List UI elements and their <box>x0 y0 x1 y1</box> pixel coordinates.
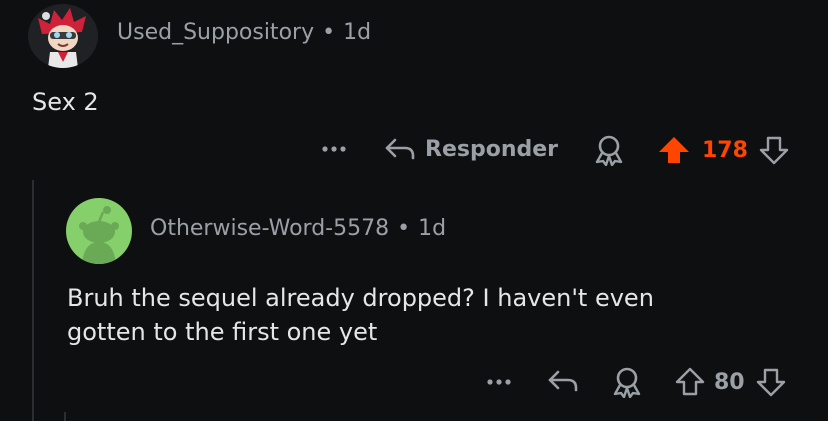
comment-age: 1d <box>343 20 372 45</box>
award-icon <box>610 366 644 398</box>
downvote-arrow-icon[interactable] <box>758 134 790 166</box>
upvote-arrow-icon[interactable] <box>656 134 692 166</box>
award-button[interactable] <box>592 134 626 166</box>
separator-dot: • <box>397 216 411 241</box>
reply-label: Responder <box>425 136 558 162</box>
comment-age: 1d <box>418 216 447 241</box>
upvote-arrow-icon[interactable] <box>674 366 706 398</box>
more-options-button[interactable] <box>485 370 513 394</box>
vote-score: 80 <box>714 369 745 395</box>
reply-button[interactable] <box>546 366 580 396</box>
reply-arrow-icon <box>546 366 580 396</box>
comment-author-line: Otherwise-Word-5578 • 1d <box>150 216 446 241</box>
reply-button[interactable]: Responder <box>383 134 558 164</box>
vote-score: 178 <box>702 137 748 163</box>
thread-line[interactable] <box>32 180 34 421</box>
comment-body-line: Bruh the sequel already dropped? I haven… <box>67 284 654 312</box>
vote-group: 80 <box>674 366 787 398</box>
avatar-otherwise-word[interactable] <box>66 198 132 264</box>
more-icon <box>320 137 348 161</box>
comment-body: Sex 2 <box>32 88 99 116</box>
avatar-used-suppository[interactable] <box>28 4 98 68</box>
reply-arrow-icon <box>383 134 417 164</box>
award-icon <box>592 134 626 166</box>
more-icon <box>485 370 513 394</box>
thread-line-nested <box>64 412 66 421</box>
downvote-arrow-icon[interactable] <box>755 366 787 398</box>
comment-author-line: Used_Suppository • 1d <box>117 20 371 45</box>
more-options-button[interactable] <box>320 137 348 161</box>
author-name[interactable]: Otherwise-Word-5578 <box>150 216 389 241</box>
vote-group: 178 <box>656 134 790 166</box>
comment-body-line: gotten to the first one yet <box>67 318 378 346</box>
separator-dot: • <box>322 20 336 45</box>
award-button[interactable] <box>610 366 644 398</box>
author-name[interactable]: Used_Suppository <box>117 20 314 45</box>
comment-body: Bruh the sequel already dropped? I haven… <box>67 281 654 349</box>
